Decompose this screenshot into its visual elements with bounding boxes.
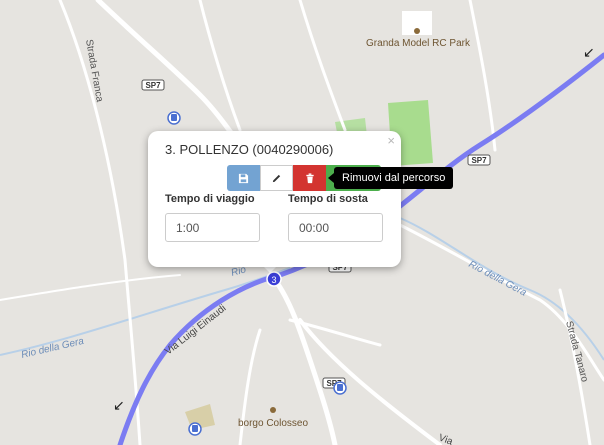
- close-icon[interactable]: ×: [387, 134, 395, 148]
- poi-dot-icon: [414, 28, 420, 34]
- bus-stop-icon[interactable]: [167, 111, 181, 125]
- poi-label-borgo-colosseo: borgo Colosseo: [238, 418, 308, 429]
- svg-text:SP7: SP7: [145, 81, 161, 90]
- travel-time-input[interactable]: [165, 213, 260, 242]
- road-shield-sp7: SP7: [467, 154, 491, 166]
- road-shield-sp7: SP7: [141, 79, 165, 91]
- route-direction-icon: ↙: [583, 44, 595, 60]
- popup-title: 3. POLLENZO (0040290006): [165, 142, 334, 157]
- trash-icon: [305, 172, 314, 183]
- tooltip-remove-from-route: Rimuovi dal percorso: [334, 167, 454, 189]
- poi-label-granda: Granda Model RC Park: [366, 38, 471, 49]
- pencil-icon: [272, 174, 281, 182]
- bus-stop-icon[interactable]: [188, 422, 202, 436]
- stop-time-label: Tempo di sosta: [288, 193, 368, 205]
- stop-popup: × 3. POLLENZO (0040290006) Tempo di viag…: [148, 131, 401, 267]
- save-button[interactable]: [227, 165, 260, 191]
- delete-button[interactable]: [293, 165, 326, 191]
- floppy-disk-icon: [238, 173, 249, 183]
- stop-time-input[interactable]: [288, 213, 383, 242]
- travel-time-label: Tempo di viaggio: [165, 193, 255, 205]
- svg-text:SP7: SP7: [471, 156, 487, 165]
- route-direction-icon: ↙: [113, 397, 125, 413]
- edit-button[interactable]: [260, 165, 293, 191]
- route-stop-number: 3: [271, 275, 276, 285]
- poi-dot-icon: [270, 407, 276, 413]
- bus-stop-icon[interactable]: [333, 381, 347, 395]
